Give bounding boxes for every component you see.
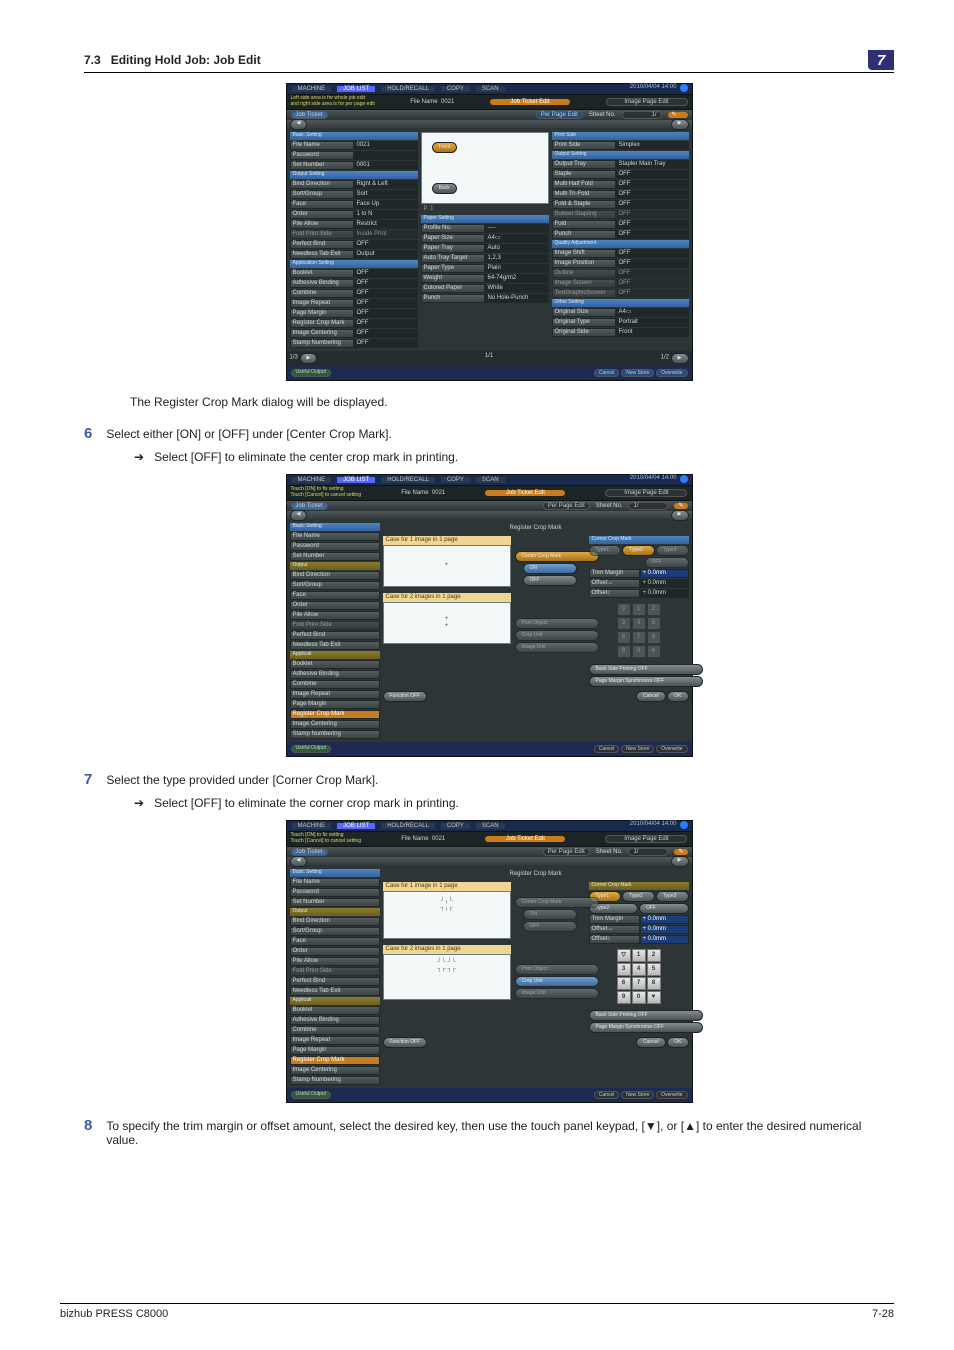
arrow-icon: ➔ — [134, 450, 144, 464]
step-8-text: To specify the trim margin or offset amo… — [106, 1117, 894, 1147]
step-7-text: Select the type provided under [Corner C… — [106, 771, 378, 788]
footer-page: 7-28 — [872, 1308, 894, 1320]
image-page-edit-button[interactable]: Image Page Edit — [606, 98, 688, 107]
footer-product: bizhub PRESS C8000 — [60, 1308, 168, 1320]
step-6-num: 6 — [84, 425, 92, 442]
help-icon — [680, 84, 688, 92]
screenshot-center-crop: MACHINE JOB LIST HOLD/RECALL COPY SCAN 2… — [286, 474, 693, 757]
post-screenshot-text: The Register Crop Mark dialog will be di… — [130, 395, 894, 409]
screenshot-job-edit: MACHINE JOB LIST HOLD/RECALL COPY SCAN 2… — [286, 83, 693, 381]
section-heading: 7.3 Editing Hold Job: Job Edit — [84, 53, 261, 67]
step-6-text: Select either [ON] or [OFF] under [Cente… — [106, 425, 391, 442]
step-7-sub: Select [OFF] to eliminate the corner cro… — [154, 796, 459, 810]
step-6-sub: Select [OFF] to eliminate the center cro… — [154, 450, 458, 464]
screenshot-corner-crop: MACHINE JOB LIST HOLD/RECALL COPY SCAN 2… — [286, 820, 693, 1103]
job-ticket-edit-button[interactable]: Job Ticket Edit — [490, 99, 570, 106]
step-7-num: 7 — [84, 771, 92, 788]
chapter-tab: 7 — [868, 50, 894, 70]
step-8-num: 8 — [84, 1117, 92, 1147]
